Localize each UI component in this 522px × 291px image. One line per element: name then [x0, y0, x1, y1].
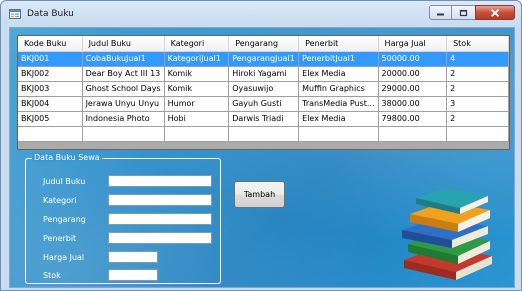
table-row[interactable]: BKJ005 Indonesia Photo Hobi Darwis Triad… — [18, 111, 509, 127]
judul-buku-input[interactable] — [108, 175, 212, 187]
harga-jual-input[interactable] — [108, 251, 158, 263]
cell-penerbit[interactable]: Elex Media — [298, 66, 379, 82]
table-row[interactable]: BKJ003 Ghost School Days Komik Oyasuwijo… — [18, 81, 509, 97]
new-row[interactable] — [18, 126, 509, 142]
title-bar[interactable]: Data Buku — [1, 1, 521, 27]
cell-kode[interactable]: BKJ003 — [18, 81, 83, 97]
cell-penerbit[interactable]: PenerbitJual1 — [298, 51, 379, 67]
kategori-input[interactable] — [108, 194, 212, 206]
cell-harga[interactable]: 50000.00 — [378, 51, 448, 67]
minimize-button[interactable] — [429, 5, 452, 20]
data-grid-table: Kode Buku Judul Buku Kategori Pengarang … — [18, 36, 509, 142]
cell-stok[interactable]: 2 — [446, 111, 509, 127]
close-icon — [490, 8, 500, 17]
maximize-button[interactable] — [452, 5, 475, 20]
form-client-area: Kode Buku Judul Buku Kategori Pengarang … — [9, 27, 515, 288]
cell-judul[interactable]: Jerawa Unyu Unyu — [82, 96, 165, 112]
close-button[interactable] — [475, 5, 515, 20]
cell-kategori[interactable]: Humor — [164, 96, 230, 112]
cell-penerbit[interactable]: Elex Media — [298, 111, 379, 127]
cell-harga[interactable]: 20000.00 — [378, 66, 448, 82]
cell-stok[interactable]: 2 — [446, 66, 509, 82]
label-stok: Stok — [43, 271, 61, 280]
label-pengarang: Pengarang — [43, 215, 86, 224]
column-header[interactable]: Harga Jual — [378, 36, 448, 52]
table-row[interactable]: BKJ002 Dear Boy Act III 13 Komik Hiroki … — [18, 66, 509, 82]
label-harga-jual: Harga Jual — [43, 253, 85, 262]
cell-pengarang[interactable]: Oyasuwijo — [228, 81, 300, 97]
column-header[interactable]: Kode Buku — [18, 36, 83, 52]
empty-cell[interactable] — [298, 126, 379, 142]
penerbit-input[interactable] — [108, 232, 212, 244]
column-header[interactable]: Pengarang — [228, 36, 300, 52]
form-icon — [9, 9, 21, 19]
empty-cell[interactable] — [228, 126, 300, 142]
empty-cell[interactable] — [18, 126, 83, 142]
cell-judul[interactable]: Ghost School Days — [82, 81, 165, 97]
column-header[interactable]: Judul Buku — [82, 36, 165, 52]
cell-pengarang[interactable]: Darwis Triadi — [228, 111, 300, 127]
cell-kategori[interactable]: KategoriJual1 — [164, 51, 230, 67]
column-header[interactable]: Kategori — [164, 36, 230, 52]
cell-pengarang[interactable]: Hiroki Yagami — [228, 66, 300, 82]
label-penerbit: Penerbit — [43, 234, 77, 243]
empty-cell[interactable] — [378, 126, 448, 142]
label-judul-buku: Judul Buku — [43, 177, 86, 186]
table-row[interactable]: BKJ001 CobaBukuJual1 KategoriJual1 Penga… — [18, 51, 509, 67]
grid-header-row: Kode Buku Judul Buku Kategori Pengarang … — [18, 36, 509, 52]
tambah-button[interactable]: Tambah — [234, 181, 285, 208]
cell-stok[interactable]: 3 — [446, 96, 509, 112]
empty-cell[interactable] — [446, 126, 509, 142]
pengarang-input[interactable] — [108, 213, 212, 225]
cell-kode[interactable]: BKJ004 — [18, 96, 83, 112]
maximize-icon — [459, 9, 468, 16]
cell-kategori[interactable]: Hobi — [164, 111, 230, 127]
table-row[interactable]: BKJ004 Jerawa Unyu Unyu Humor Gayuh Gust… — [18, 96, 509, 112]
column-header[interactable]: Stok — [446, 36, 509, 52]
cell-judul[interactable]: CobaBukuJual1 — [82, 51, 165, 67]
column-header[interactable]: Penerbit — [298, 36, 379, 52]
window-controls — [429, 5, 515, 21]
cell-penerbit[interactable]: TransMedia Pust... — [298, 96, 379, 112]
minimize-icon — [437, 13, 444, 15]
label-kategori: Kategori — [43, 196, 77, 205]
cell-kode[interactable]: BKJ001 — [18, 51, 83, 67]
cell-judul[interactable]: Indonesia Photo — [82, 111, 165, 127]
cell-harga[interactable]: 38000.00 — [378, 96, 448, 112]
cell-harga[interactable]: 79800.00 — [378, 111, 448, 127]
tambah-label: Tambah — [243, 190, 276, 199]
books-stack-icon — [402, 188, 492, 280]
cell-stok[interactable]: 4 — [446, 51, 509, 67]
data-buku-sewa-group: Data Buku Sewa Judul Buku Kategori Penga… — [25, 153, 221, 284]
cell-stok[interactable]: 2 — [446, 81, 509, 97]
stok-input[interactable] — [108, 269, 158, 281]
cell-kode[interactable]: BKJ002 — [18, 66, 83, 82]
cell-harga[interactable]: 29000.00 — [378, 81, 448, 97]
cell-pengarang[interactable]: Gayuh Gusti — [228, 96, 300, 112]
cell-kategori[interactable]: Komik — [164, 66, 230, 82]
cell-kategori[interactable]: Komik — [164, 81, 230, 97]
empty-cell[interactable] — [164, 126, 230, 142]
cell-kode[interactable]: BKJ005 — [18, 111, 83, 127]
main-window: Data Buku Kode Buku Judul Buku Kategori … — [0, 0, 522, 291]
empty-cell[interactable] — [82, 126, 165, 142]
data-grid[interactable]: Kode Buku Judul Buku Kategori Pengarang … — [17, 35, 510, 150]
cell-penerbit[interactable]: Muffin Graphics — [298, 81, 379, 97]
cell-judul[interactable]: Dear Boy Act III 13 — [82, 66, 165, 82]
window-title: Data Buku — [27, 9, 74, 19]
group-title: Data Buku Sewa — [32, 153, 102, 162]
cell-pengarang[interactable]: PengarangJual1 — [228, 51, 300, 67]
